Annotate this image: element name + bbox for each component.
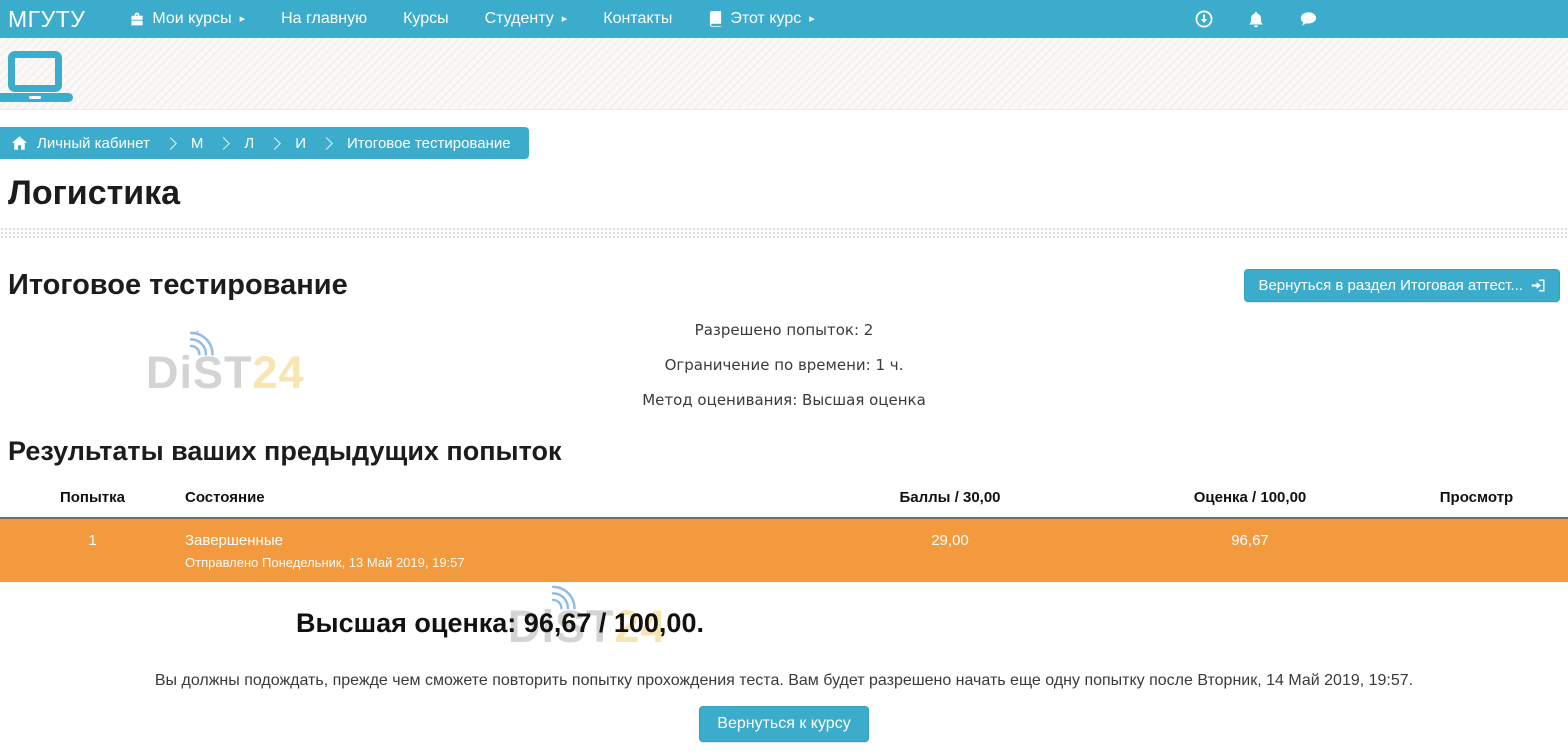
breadcrumb-l[interactable]: Л xyxy=(244,135,254,152)
nav-student[interactable]: Студенту ▸ xyxy=(467,0,586,38)
wait-message: Вы должны подождать, прежде чем сможете … xyxy=(0,672,1568,690)
caret-right-icon: ▸ xyxy=(562,14,568,25)
chevron-right-icon xyxy=(320,137,333,150)
col-grade: Оценка / 100,00 xyxy=(1115,489,1385,518)
attempts-allowed-text: Разрешено попыток: 2 xyxy=(0,321,1568,339)
back-to-section-label: Вернуться в раздел Итоговая аттест... xyxy=(1258,277,1523,294)
attempt-state-cell: Завершенные Отправлено Понедельник, 13 М… xyxy=(185,518,785,582)
back-to-course-button[interactable]: Вернуться к курсу xyxy=(699,706,868,742)
home-icon[interactable] xyxy=(12,136,27,150)
top-navbar: МГУТУ Мои курсы ▸ На главную Курсы Студе… xyxy=(0,0,1568,38)
back-to-section-button[interactable]: Вернуться в раздел Итоговая аттест... xyxy=(1244,269,1560,302)
nav-label: Курсы xyxy=(403,10,449,28)
attempt-submitted: Отправлено Понедельник, 13 Май 2019, 19:… xyxy=(185,555,785,570)
results-heading: Результаты ваших предыдущих попыток xyxy=(0,436,1568,467)
quiz-title: Итоговое тестирование xyxy=(8,269,348,302)
laptop-base xyxy=(0,93,73,102)
nav-home[interactable]: На главную xyxy=(263,0,385,38)
nav-label: Мои курсы xyxy=(152,10,231,28)
col-state: Состояние xyxy=(185,489,785,518)
nav-this-course[interactable]: Этот курс ▸ xyxy=(690,0,832,38)
table-row: 1 Завершенные Отправлено Понедельник, 13… xyxy=(0,518,1568,582)
chat-icon[interactable] xyxy=(1299,10,1318,28)
nav-label: Этот курс xyxy=(730,10,801,28)
grading-method-text: Метод оценивания: Высшая оценка xyxy=(0,391,1568,409)
caret-right-icon: ▸ xyxy=(809,14,815,25)
nav-contacts[interactable]: Контакты xyxy=(585,0,690,38)
enter-icon xyxy=(1531,278,1546,293)
quiz-info: Разрешено попыток: 2 Ограничение по врем… xyxy=(0,321,1568,409)
attempt-review xyxy=(1385,518,1568,582)
nav-label: На главную xyxy=(281,10,367,28)
breadcrumb: Личный кабинет М Л И Итоговое тестирован… xyxy=(0,127,529,159)
caret-right-icon: ▸ xyxy=(240,14,246,25)
attempts-table: Попытка Состояние Баллы / 30,00 Оценка /… xyxy=(0,489,1568,582)
chevron-right-icon xyxy=(164,137,177,150)
bell-icon[interactable] xyxy=(1247,10,1265,29)
nav-my-courses[interactable]: Мои курсы ▸ xyxy=(111,0,263,38)
nav-label: Контакты xyxy=(603,10,672,28)
back-to-course-label: Вернуться к курсу xyxy=(717,715,850,733)
final-grade-text: Высшая оценка: 96,67 / 100,00. xyxy=(0,608,1000,639)
navbar-right-icons xyxy=(1195,10,1568,29)
laptop-screen xyxy=(8,51,62,92)
col-marks: Баллы / 30,00 xyxy=(785,489,1115,518)
dotted-divider xyxy=(0,227,1568,240)
nav-label: Студенту xyxy=(485,10,554,28)
book-icon xyxy=(708,11,723,27)
table-header-row: Попытка Состояние Баллы / 30,00 Оценка /… xyxy=(0,489,1568,518)
nav-courses[interactable]: Курсы xyxy=(385,0,467,38)
chevron-right-icon xyxy=(217,137,230,150)
attempt-number: 1 xyxy=(0,518,185,582)
page-title: Логистика xyxy=(0,174,1568,213)
col-review: Просмотр xyxy=(1385,489,1568,518)
briefcase-icon xyxy=(129,11,145,27)
breadcrumb-dashboard[interactable]: Личный кабинет xyxy=(37,135,150,152)
breadcrumb-i[interactable]: И xyxy=(295,135,306,152)
header-band xyxy=(0,38,1568,110)
clock-download-icon[interactable] xyxy=(1195,10,1213,28)
col-attempt: Попытка xyxy=(0,489,185,518)
chevron-right-icon xyxy=(268,137,281,150)
attempt-state: Завершенные xyxy=(185,532,785,549)
attempt-marks: 29,00 xyxy=(785,518,1115,582)
time-limit-text: Ограничение по времени: 1 ч. xyxy=(0,356,1568,374)
breadcrumb-current: Итоговое тестирование xyxy=(347,135,511,152)
attempt-grade: 96,67 xyxy=(1115,518,1385,582)
brand-logo[interactable]: МГУТУ xyxy=(8,6,85,33)
breadcrumb-m[interactable]: М xyxy=(191,135,204,152)
